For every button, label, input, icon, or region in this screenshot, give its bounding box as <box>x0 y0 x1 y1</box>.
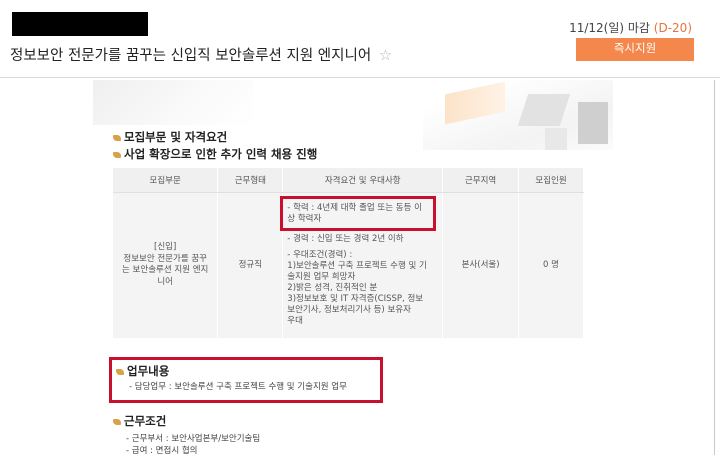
conditions-line: - 근무부서 : 보안사업본부/보안기술팀 <box>126 434 261 444</box>
apply-button[interactable]: 즉시지원 <box>576 38 694 61</box>
column-header: 자격요건 및 우대사항 <box>282 168 444 193</box>
decorative-banner-left <box>93 80 253 125</box>
column-header: 모집인원 <box>518 168 584 193</box>
req-preference: - 우대조건(경력) : 1)보안솔루션 구축 프로젝트 수행 및 기 술지원 … <box>287 249 427 327</box>
table-header-row: 모집부문 근무형태 자격요건 및 우대사항 근무지역 모집인원 <box>113 168 584 193</box>
bullet-icon <box>113 134 121 141</box>
column-header: 근무지역 <box>442 168 520 193</box>
job-header: 정보보안 전문가를 꿈꾸는 신입직 보안솔루션 지원 엔지니어 ☆ 11/12(… <box>0 0 720 78</box>
cell-type: 정규직 <box>217 192 284 338</box>
highlight-box-education <box>280 196 436 231</box>
cell-location: 본사(서울) <box>442 192 520 338</box>
bullet-icon <box>113 418 121 425</box>
highlight-box-duty <box>109 357 383 403</box>
recruit-subtitle: 사업 확장으로 인한 추가 인력 채용 진행 <box>113 146 317 162</box>
deadline: 11/12(일) 마감 (D-20) <box>569 19 692 36</box>
bullet-icon <box>113 151 121 158</box>
job-title-text: 정보보안 전문가를 꿈꾸는 신입직 보안솔루션 지원 엔지니어 <box>10 48 372 64</box>
decorative-cube <box>578 102 608 144</box>
recruit-section-title: 모집부문 및 자격요건 <box>113 129 227 145</box>
recruit-table: 모집부문 근무형태 자격요건 및 우대사항 근무지역 모집인원 [신입] 정보보… <box>113 168 584 338</box>
cell-part: [신입] 정보보안 전문가를 꿈꾸 는 보안솔루션 지원 엔지 니어 <box>113 192 219 338</box>
req-career: - 경력 : 신입 또는 경력 2년 이하 <box>287 234 404 245</box>
company-name-redacted <box>12 12 148 36</box>
deadline-date: 11/12(일) 마감 <box>569 21 650 35</box>
cell-count: 0 명 <box>518 192 584 338</box>
job-title: 정보보안 전문가를 꿈꾸는 신입직 보안솔루션 지원 엔지니어 ☆ <box>10 44 392 65</box>
conditions-line: - 급여 : 면접시 협의 <box>126 446 198 455</box>
scrollbar-edge <box>714 80 715 455</box>
job-detail-content: 모집부문 및 자격요건 사업 확장으로 인한 추가 인력 채용 진행 모집부문 … <box>93 80 613 455</box>
star-icon[interactable]: ☆ <box>379 46 392 64</box>
column-header: 근무형태 <box>217 168 284 193</box>
conditions-section-title: 근무조건 <box>113 413 166 429</box>
d-day-badge: (D-20) <box>653 21 692 35</box>
decorative-cube <box>545 128 567 150</box>
column-header: 모집부문 <box>113 168 219 193</box>
